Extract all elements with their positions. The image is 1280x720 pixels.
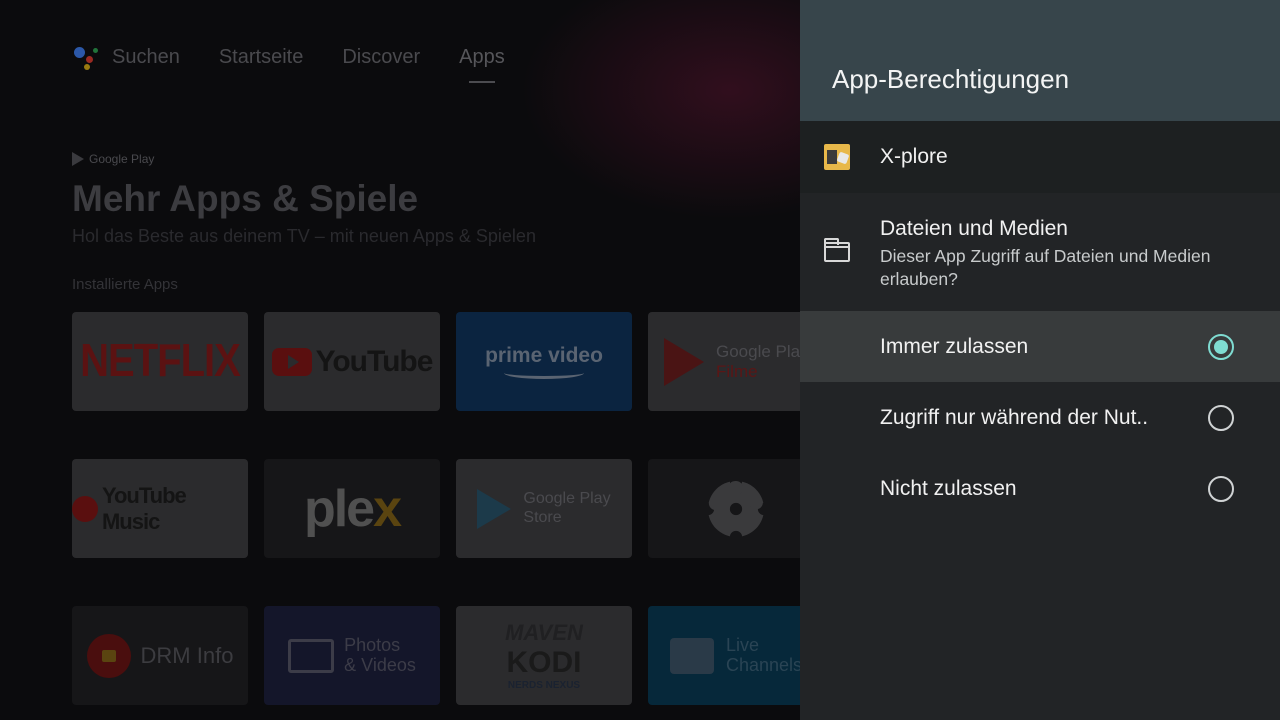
app-tile-kodi[interactable]: MAVEN KODI NERDS NEXUS: [456, 606, 632, 705]
youtube-music-icon: [72, 495, 98, 522]
google-play-logo: Google Play: [72, 152, 154, 166]
tv-icon: [669, 637, 714, 674]
play-movies-icon: [664, 338, 704, 386]
plex-logo: plex: [303, 479, 402, 538]
prime-smile-icon: [504, 367, 584, 380]
play-movies-label-2: Filme: [716, 362, 758, 381]
photos-label-2: & Videos: [344, 654, 416, 675]
photos-label-1: Photos: [344, 634, 401, 655]
google-assistant-icon[interactable]: [72, 44, 98, 70]
radio-unselected-icon[interactable]: [1208, 404, 1234, 431]
play-store-label-1: Google Play: [523, 490, 611, 508]
option-label: Zugriff nur während der Nut..: [880, 405, 1149, 429]
kodi-sub-label: NERDS NEXUS: [507, 680, 581, 691]
nav-apps[interactable]: Apps: [459, 46, 505, 83]
x-plore-app-icon: [824, 144, 850, 170]
permission-title: Dateien und Medien: [880, 217, 1068, 240]
folder-icon: [824, 238, 850, 262]
option-allow-while-in-use[interactable]: Zugriff nur während der Nut..: [800, 382, 1280, 453]
nav-search[interactable]: Suchen: [112, 46, 180, 69]
app-tile-youtube-music[interactable]: YouTube Music: [72, 459, 248, 558]
panel-title: App-Berechtigungen: [832, 64, 1070, 94]
image-icon: [288, 638, 335, 673]
youtube-play-icon: [271, 347, 312, 376]
app-info-row: X-plore: [800, 121, 1280, 193]
app-tile-netflix[interactable]: NETFLIX: [72, 312, 248, 411]
nav-discover[interactable]: Discover: [342, 46, 420, 69]
hero-title: Mehr Apps & Spiele: [72, 178, 419, 219]
app-tile-photos-videos[interactable]: Photos & Videos: [264, 606, 440, 705]
google-play-label: Google Play: [89, 152, 155, 166]
option-label: Nicht zulassen: [880, 476, 1017, 500]
prime-video-logo: prime video: [485, 343, 603, 380]
app-tile-youtube[interactable]: YouTube: [264, 312, 440, 411]
kodi-maven-label: MAVEN: [505, 620, 583, 645]
app-tile-live-channels[interactable]: Live Channels: [648, 606, 824, 705]
app-tile-settings[interactable]: [648, 459, 824, 558]
live-channels-label-1: Live: [725, 634, 759, 655]
kodi-logo: MAVEN KODI NERDS NEXUS: [505, 620, 583, 691]
app-tile-google-play-store[interactable]: Google Play Store: [456, 459, 632, 558]
drm-info-label: DRM Info: [140, 642, 234, 668]
app-tile-drm-info[interactable]: DRM Info: [72, 606, 248, 705]
kodi-wordmark: KODI: [506, 646, 582, 679]
play-store-icon: [477, 488, 512, 529]
youtube-music-wordmark: YouTube Music: [101, 482, 187, 534]
installed-apps-label: Installierte Apps: [72, 276, 178, 293]
settings-gear-icon: [708, 480, 764, 537]
option-always-allow[interactable]: Immer zulassen: [800, 311, 1280, 382]
permission-info: Dateien und Medien Dieser App Zugriff au…: [800, 193, 1280, 311]
youtube-logo: YouTube: [271, 344, 434, 379]
nav-home[interactable]: Startseite: [219, 46, 303, 69]
lock-icon: [86, 633, 131, 678]
app-permissions-panel: App-Berechtigungen X-plore Dateien und M…: [800, 0, 1280, 720]
app-tile-plex[interactable]: plex: [264, 459, 440, 558]
play-movies-label-1: Google Play: [716, 341, 809, 361]
youtube-music-logo: YouTube Music: [72, 483, 248, 535]
option-label: Immer zulassen: [880, 334, 1029, 358]
live-channels-label-2: Channels: [725, 654, 803, 675]
radio-selected-icon[interactable]: [1208, 333, 1234, 360]
panel-header: App-Berechtigungen: [800, 0, 1280, 121]
play-store-label-2: Store: [523, 508, 562, 526]
netflix-logo: NETFLIX: [80, 335, 241, 387]
youtube-wordmark: YouTube: [315, 344, 434, 378]
prime-video-wordmark: prime video: [485, 343, 603, 367]
app-name: X-plore: [880, 145, 948, 168]
hero-subtitle: Hol das Beste aus deinem TV – mit neuen …: [72, 226, 536, 246]
permission-description: Dieser App Zugriff auf Dateien und Medie…: [880, 246, 1211, 289]
option-deny[interactable]: Nicht zulassen: [800, 453, 1280, 524]
app-tile-prime-video[interactable]: prime video: [456, 312, 632, 411]
radio-unselected-icon[interactable]: [1208, 475, 1234, 502]
app-tile-google-play-movies[interactable]: Google Play Filme: [648, 312, 824, 411]
google-play-icon: [72, 152, 84, 166]
top-navigation: Suchen Startseite Discover Apps: [72, 40, 544, 83]
